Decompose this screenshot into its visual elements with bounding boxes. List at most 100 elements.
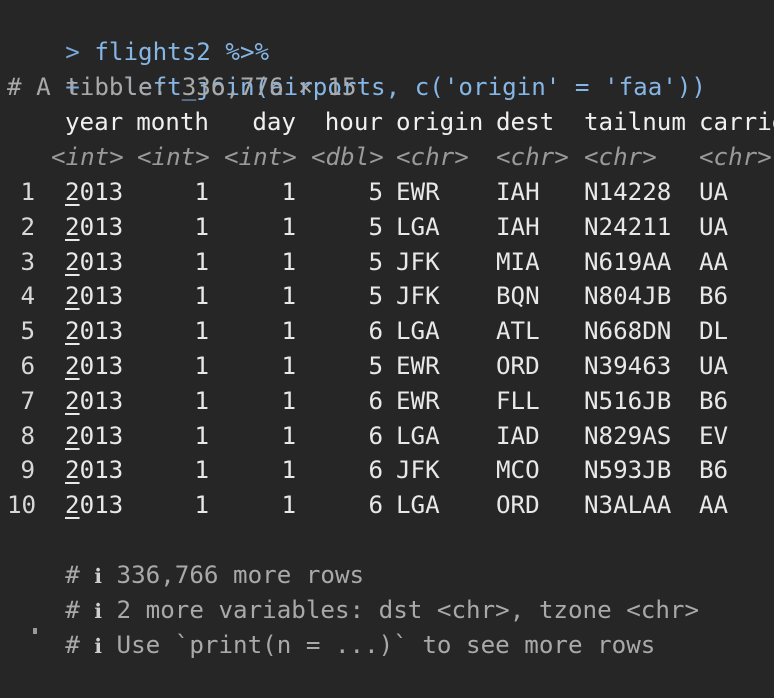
cell-month: 1: [194, 421, 209, 450]
cell-carrier: UA: [699, 178, 729, 206]
cell-origin: LGA: [396, 421, 440, 450]
cell-hour: 6: [368, 386, 383, 415]
row-number: 9: [20, 456, 35, 485]
cell-carrier: B6: [699, 386, 729, 415]
cell-month: 1: [194, 456, 209, 485]
col-type-day: <int>: [224, 143, 297, 171]
row-number: 2: [20, 212, 35, 241]
cell-year: 2013: [65, 279, 123, 314]
cell-month: 1: [194, 317, 209, 346]
year-rest-digits: 013: [79, 178, 124, 206]
row-number: 3: [20, 247, 35, 276]
footer-hash: #: [65, 630, 80, 659]
col-header-origin: origin: [396, 108, 484, 136]
cell-day: 1: [281, 282, 296, 311]
r-console-output[interactable]: > flights2 %>% + left_join(airports, c('…: [7, 0, 774, 659]
cell-month: 1: [194, 386, 209, 415]
cell-hour: 6: [368, 421, 383, 450]
table-row: 3 2013 1 1 5 JFK MIA N619AA AA: [7, 245, 774, 280]
cell-year: 2013: [65, 245, 123, 280]
cell-carrier: B6: [699, 456, 729, 485]
col-header-carrier: carrie: [699, 108, 774, 136]
cell-hour: 6: [368, 456, 383, 485]
table-row: 9 2013 1 1 6 JFK MCO N593JB B6: [7, 453, 774, 488]
row-number: 4: [20, 282, 35, 311]
year-rest-digits: 013: [79, 282, 124, 311]
cell-origin: JFK: [396, 282, 440, 311]
column-type-row: <int> <int> <int> <dbl> <chr> <chr> <chr…: [7, 140, 774, 175]
year-first-digit: 2: [65, 491, 80, 520]
cell-dest: MIA: [496, 247, 540, 276]
cell-month: 1: [194, 247, 209, 276]
cell-origin: JFK: [396, 247, 440, 276]
cell-month: 1: [194, 212, 209, 241]
cell-month: 1: [194, 491, 209, 520]
cell-tailnum: N829AS: [584, 421, 672, 450]
cell-year: 2013: [65, 419, 123, 454]
cell-carrier: DL: [699, 317, 729, 346]
cell-tailnum: N804JB: [584, 282, 672, 311]
col-header-day: day: [252, 108, 296, 136]
col-header-month: month: [136, 108, 209, 136]
cell-dest: IAH: [496, 178, 540, 206]
cell-year: 2013: [65, 210, 123, 245]
cell-year: 2013: [65, 175, 123, 210]
year-first-digit: 2: [65, 386, 80, 415]
col-header-hour: hour: [324, 108, 383, 136]
col-header-tailnum: tailnum: [584, 108, 686, 136]
table-row: 10 2013 1 1 6 LGA ORD N3ALAA AA: [7, 488, 774, 523]
cell-year: 2013: [65, 314, 123, 349]
cell-tailnum: N668DN: [584, 317, 672, 346]
cell-day: 1: [281, 178, 296, 206]
table-row: 7 2013 1 1 6 EWR FLL N516JB B6: [7, 384, 774, 419]
year-rest-digits: 013: [79, 212, 124, 241]
cell-origin: LGA: [396, 317, 440, 346]
cell-day: 1: [281, 491, 296, 520]
cell-dest: IAD: [496, 421, 540, 450]
year-first-digit: 2: [65, 352, 80, 380]
cell-dest: MCO: [496, 456, 540, 485]
cell-day: 1: [281, 352, 296, 380]
col-type-dest: <chr>: [496, 143, 569, 171]
col-type-origin: <chr>: [396, 143, 469, 171]
row-number: 5: [20, 317, 35, 346]
col-type-tailnum: <chr>: [584, 143, 657, 171]
console-input-line-1: > flights2 %>%: [7, 0, 269, 66]
cell-tailnum: N14228: [584, 178, 672, 206]
cell-day: 1: [281, 317, 296, 346]
column-header-row: year month day hour origin dest tailnum …: [7, 105, 774, 140]
year-first-digit: 2: [65, 282, 80, 311]
cell-hour: 6: [368, 491, 383, 520]
cell-origin: EWR: [396, 178, 440, 206]
cell-carrier: AA: [699, 491, 729, 520]
cell-day: 1: [281, 247, 296, 276]
cell-origin: LGA: [396, 491, 440, 520]
cell-origin: JFK: [396, 456, 440, 485]
year-rest-digits: 013: [79, 491, 124, 520]
year-rest-digits: 013: [79, 456, 124, 485]
col-type-carrier: <chr>: [699, 143, 772, 171]
cell-hour: 6: [368, 317, 383, 346]
cell-year: 2013: [65, 488, 123, 523]
cell-day: 1: [281, 212, 296, 241]
year-rest-digits: 013: [79, 421, 124, 450]
cell-year: 2013: [65, 349, 123, 384]
info-icon: ℹ: [94, 633, 102, 658]
footer-line-2: # ℹ 2 more variables: dst <chr>, tzone <…: [7, 558, 699, 624]
cell-origin: LGA: [396, 212, 440, 241]
year-rest-digits: 013: [79, 386, 124, 415]
cell-year: 2013: [65, 384, 123, 419]
console-input-line-2: + left_join(airports, c('origin' = 'faa'…: [7, 35, 706, 101]
cell-dest: ORD: [496, 491, 540, 520]
table-row: 6 2013 1 1 5 EWR ORD N39463 UA: [7, 349, 774, 384]
cell-dest: ATL: [496, 317, 540, 346]
cell-tailnum: N516JB: [584, 386, 672, 415]
year-first-digit: 2: [65, 247, 80, 276]
col-header-year: year: [65, 108, 124, 136]
cell-hour: 5: [368, 282, 383, 311]
row-number: 8: [20, 421, 35, 450]
col-type-year: <int>: [51, 143, 124, 171]
cell-origin: EWR: [396, 386, 440, 415]
cell-tailnum: N3ALAA: [584, 491, 672, 520]
col-type-hour: <dbl>: [311, 143, 384, 171]
